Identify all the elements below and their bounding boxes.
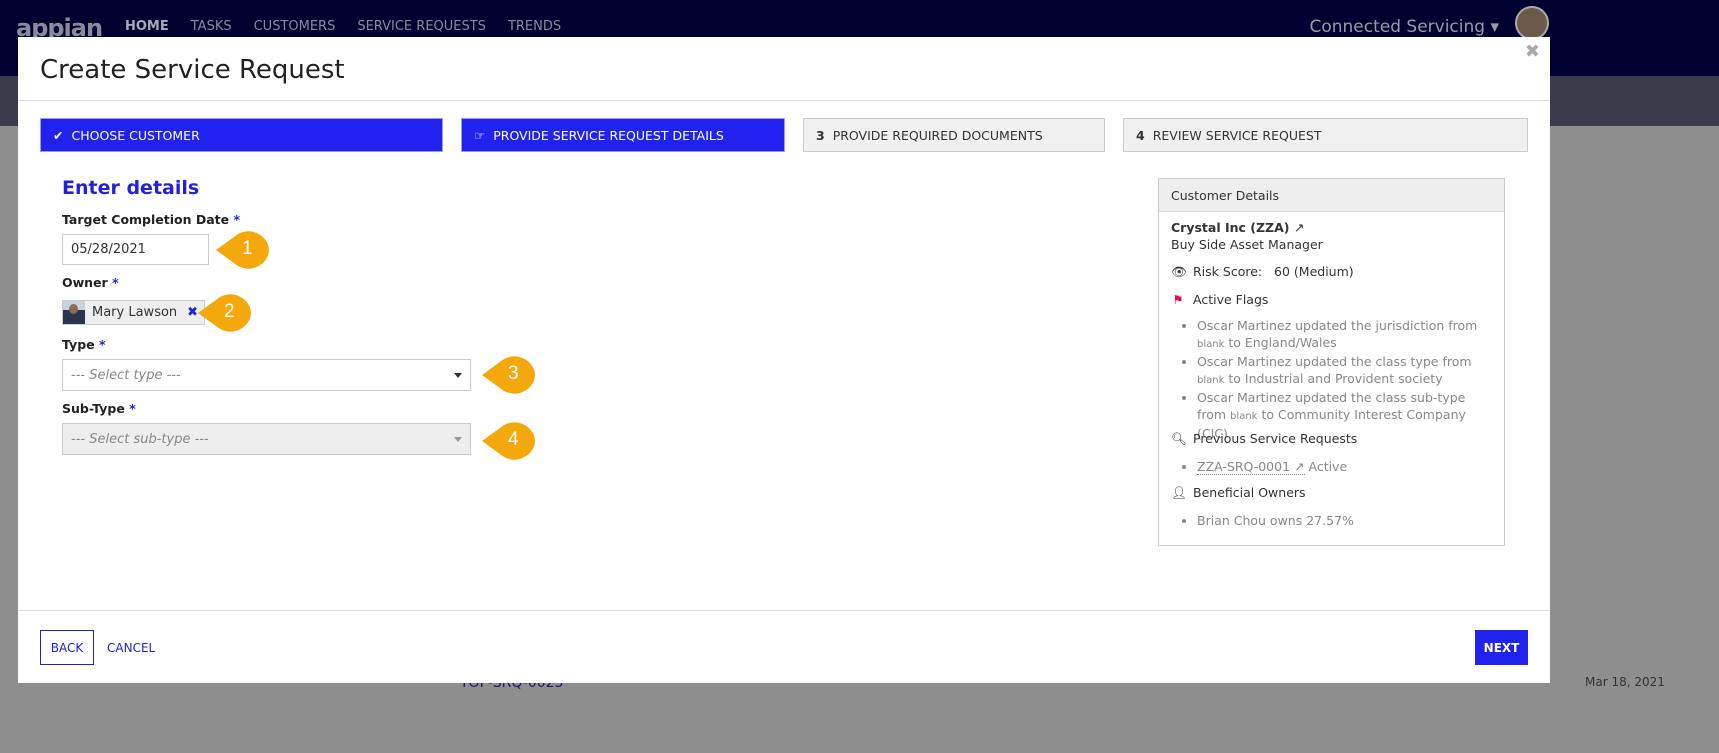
subtype-dropdown[interactable]: --- Select sub-type --- [62, 423, 471, 455]
step-required-documents[interactable]: 3 PROVIDE REQUIRED DOCUMENTS [803, 118, 1105, 152]
owner-picker[interactable]: Mary Lawson ✖ [62, 300, 206, 325]
step-number: 4 [1136, 127, 1145, 143]
background-date: Mar 18, 2021 [1585, 675, 1665, 689]
panel-header: Customer Details [1159, 179, 1504, 212]
type-label: Type * [62, 337, 106, 352]
create-service-request-dialog: ✖ Create Service Request ✔ CHOOSE CUSTOM… [18, 37, 1550, 683]
back-button[interactable]: BACK [40, 630, 94, 665]
remove-owner-icon[interactable]: ✖ [187, 305, 198, 320]
customer-name-link[interactable]: Crystal Inc (ZZA) ↗ [1171, 220, 1304, 235]
step-choose-customer[interactable]: ✔ CHOOSE CUSTOMER [40, 118, 443, 152]
step-label: PROVIDE REQUIRED DOCUMENTS [832, 127, 1043, 143]
previous-requests-list: ZZA-SRQ-0001 ↗ Active [1183, 458, 1488, 475]
user-avatar[interactable] [1515, 6, 1549, 40]
owners-list: Brian Chou owns 27.57% [1183, 512, 1488, 529]
callout-1: 1 [216, 230, 270, 270]
callout-4: 4 [482, 421, 536, 461]
step-review[interactable]: 4 REVIEW SERVICE REQUEST [1123, 118, 1528, 152]
nav-tasks[interactable]: TASKS [191, 19, 232, 34]
eye-icon: 👁 [1171, 264, 1187, 279]
cancel-button[interactable]: CANCEL [107, 641, 155, 655]
risk-score: 👁 Risk Score: 60 (Medium) [1171, 264, 1354, 279]
type-dropdown[interactable]: --- Select type --- [62, 359, 471, 391]
step-label: REVIEW SERVICE REQUEST [1152, 127, 1322, 143]
service-request-link[interactable]: ZZA-SRQ-0001 ↗ [1197, 459, 1305, 475]
subtype-label: Sub-Type * [62, 401, 136, 416]
target-date-input[interactable]: 05/28/2021 [62, 234, 209, 265]
active-flags-heading: ⚑ Active Flags [1172, 292, 1269, 307]
step-label: CHOOSE CUSTOMER [71, 127, 200, 143]
flag-item: Oscar Martinez updated the jurisdiction … [1197, 317, 1488, 353]
search-icon: 🔍︎ [1171, 431, 1187, 446]
dialog-title: Create Service Request [40, 55, 345, 85]
app-switcher[interactable]: Connected Servicing ▾ [1309, 17, 1499, 37]
owner-label: Owner * [62, 275, 119, 290]
callout-3: 3 [482, 355, 536, 395]
flag-icon: ⚑ [1172, 292, 1184, 307]
user-icon: 👤︎ [1171, 485, 1187, 500]
external-link-icon: ↗ [1293, 220, 1305, 235]
step-label: PROVIDE SERVICE REQUEST DETAILS [493, 127, 724, 143]
customer-details-panel: Customer Details Crystal Inc (ZZA) ↗ Buy… [1158, 178, 1505, 546]
step-number: 3 [816, 127, 825, 143]
list-item: ZZA-SRQ-0001 ↗ Active [1197, 458, 1488, 475]
callout-2: 2 [198, 293, 252, 333]
nav-customers[interactable]: CUSTOMERS [254, 19, 336, 34]
chevron-down-icon [454, 373, 462, 382]
beneficial-owners-heading: 👤︎ Beneficial Owners [1171, 485, 1306, 500]
nav-menu: HOME TASKS CUSTOMERS SERVICE REQUESTS TR… [125, 19, 561, 34]
list-item: Brian Chou owns 27.57% [1197, 512, 1488, 529]
owner-name: Mary Lawson [92, 305, 178, 320]
nav-service-requests[interactable]: SERVICE REQUESTS [357, 19, 486, 34]
date-label: Target Completion Date * [62, 212, 241, 227]
close-icon[interactable]: ✖ [1525, 41, 1540, 62]
owner-avatar [63, 301, 85, 324]
flags-list: Oscar Martinez updated the jurisdiction … [1183, 317, 1488, 442]
step-provide-details[interactable]: ☞ PROVIDE SERVICE REQUEST DETAILS [461, 118, 785, 152]
customer-type: Buy Side Asset Manager [1171, 237, 1323, 252]
nav-trends[interactable]: TRENDS [508, 19, 561, 34]
flag-item: Oscar Martinez updated the class type fr… [1197, 353, 1488, 389]
chevron-down-icon [454, 437, 462, 446]
divider [18, 610, 1550, 611]
hand-pointer-icon: ☞ [474, 127, 486, 143]
divider [18, 100, 1550, 101]
section-title: Enter details [62, 177, 200, 199]
next-button[interactable]: NEXT [1475, 630, 1528, 665]
check-icon: ✔ [53, 127, 64, 143]
previous-requests-heading: 🔍︎ Previous Service Requests [1171, 431, 1358, 446]
nav-home[interactable]: HOME [125, 19, 169, 34]
